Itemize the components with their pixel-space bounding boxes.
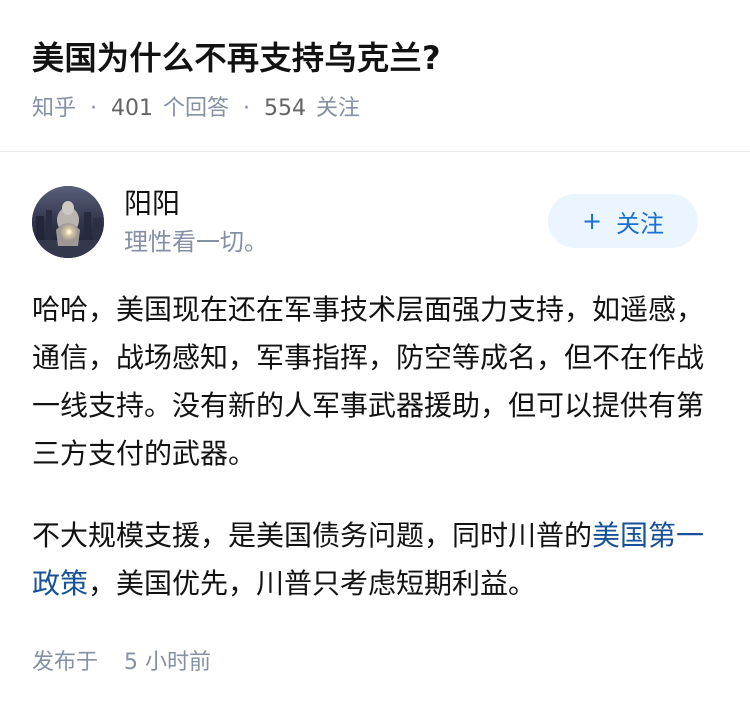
avatar-photo-icon	[32, 186, 104, 258]
answer-footer: 发布于 5 小时前	[32, 648, 211, 678]
author-card: 阳阳 理性看一切。 + 关注	[32, 186, 718, 258]
section-divider	[0, 151, 750, 152]
published-time-unit: 小时前	[145, 650, 212, 675]
avatar[interactable]	[32, 186, 104, 258]
author-bio: 理性看一切。	[124, 228, 268, 256]
follow-button[interactable]: + 关注	[548, 194, 698, 248]
question-header: 美国为什么不再支持乌克兰? 知乎 · 401 个回答 · 554 关注	[32, 30, 718, 124]
published-label: 发布于	[32, 650, 99, 675]
plus-icon: +	[581, 207, 603, 235]
question-title[interactable]: 美国为什么不再支持乌克兰?	[32, 30, 718, 86]
meta-separator: ·	[90, 96, 98, 121]
answer-count-label: 个回答	[163, 96, 230, 121]
meta-separator: ·	[243, 96, 251, 121]
answer-text: ，美国优先，川普只考虑短期利益。	[88, 567, 537, 600]
follow-button-label: 关注	[616, 209, 665, 238]
answer-paragraph: 哈哈，美国现在还在军事技术层面强力支持，如遥感，通信，战场感知，军事指挥，防空等…	[32, 293, 705, 470]
answer-text: 不大规模支援，是美国债务问题，同时川普的	[32, 519, 593, 552]
follower-count-label: 关注	[316, 96, 361, 121]
answer-paragraph: 不大规模支援，是美国债务问题，同时川普的美国第一政策，美国优先，川普只考虑短期利…	[32, 512, 707, 608]
source-label[interactable]: 知乎	[32, 94, 76, 124]
answer-content: 哈哈，美国现在还在军事技术层面强力支持，如遥感，通信，战场感知，军事指挥，防空等…	[32, 286, 707, 608]
published-time-value: 5	[124, 650, 139, 675]
follower-count: 554	[264, 96, 307, 121]
answer-count: 401	[111, 96, 154, 121]
question-meta: 知乎 · 401 个回答 · 554 关注	[32, 94, 718, 124]
author-name[interactable]: 阳阳	[124, 186, 180, 222]
